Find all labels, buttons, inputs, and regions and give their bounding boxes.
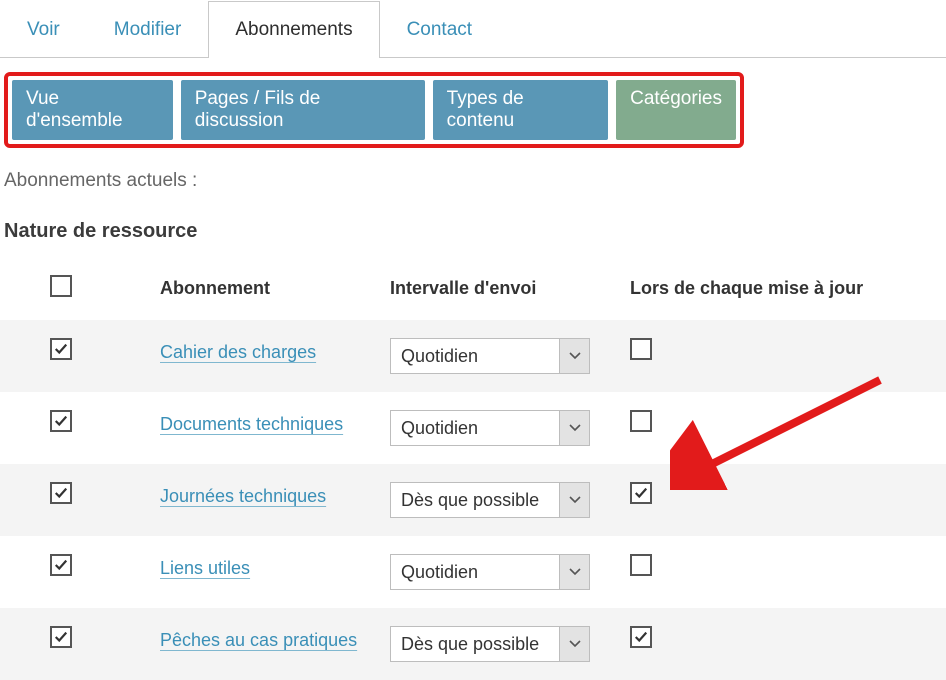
on-update-checkbox[interactable]	[630, 482, 652, 504]
chevron-down-icon	[559, 627, 589, 661]
subscription-link[interactable]: Liens utiles	[160, 554, 250, 583]
section-title: Nature de ressource	[4, 220, 946, 243]
chevron-down-icon	[559, 483, 589, 517]
on-update-checkbox[interactable]	[630, 626, 652, 648]
interval-select-value: Quotidien	[391, 411, 559, 445]
tab-edit[interactable]: Modifier	[87, 1, 209, 58]
table-row: Journées techniques Dès que possible	[0, 464, 946, 536]
interval-select[interactable]: Quotidien	[390, 554, 590, 590]
subnav-content-types[interactable]: Types de contenu	[433, 80, 608, 140]
interval-select[interactable]: Dès que possible	[390, 626, 590, 662]
subnav-categories[interactable]: Catégories	[616, 80, 736, 140]
row-select-checkbox[interactable]	[50, 482, 72, 504]
row-select-checkbox[interactable]	[50, 626, 72, 648]
subscription-link[interactable]: Cahier des charges	[160, 338, 316, 367]
interval-select[interactable]: Quotidien	[390, 410, 590, 446]
on-update-checkbox[interactable]	[630, 338, 652, 360]
current-subscriptions-label: Abonnements actuels :	[4, 170, 946, 192]
interval-select[interactable]: Dès que possible	[390, 482, 590, 518]
table-row: Cahier des charges Quotidien	[0, 320, 946, 392]
select-all-checkbox[interactable]	[50, 275, 72, 297]
interval-select[interactable]: Quotidien	[390, 338, 590, 374]
col-header-subscription: Abonnement	[150, 257, 380, 320]
table-row: Pêches au cas pratiques Dès que possible	[0, 608, 946, 680]
row-select-checkbox[interactable]	[50, 410, 72, 432]
subscription-link[interactable]: Journées techniques	[160, 482, 326, 511]
subnav-overview[interactable]: Vue d'ensemble	[12, 80, 173, 140]
on-update-checkbox[interactable]	[630, 554, 652, 576]
col-header-on-update: Lors de chaque mise à jour	[620, 257, 946, 320]
col-header-interval: Intervalle d'envoi	[380, 257, 620, 320]
chevron-down-icon	[559, 339, 589, 373]
table-row: Documents techniques Quotidien	[0, 392, 946, 464]
interval-select-value: Dès que possible	[391, 627, 559, 661]
table-row: Liens utiles Quotidien	[0, 536, 946, 608]
interval-select-value: Quotidien	[391, 555, 559, 589]
on-update-checkbox[interactable]	[630, 410, 652, 432]
tab-view[interactable]: Voir	[0, 1, 87, 58]
tab-contact[interactable]: Contact	[380, 1, 499, 58]
tab-subscriptions[interactable]: Abonnements	[208, 1, 379, 58]
row-select-checkbox[interactable]	[50, 338, 72, 360]
interval-select-value: Quotidien	[391, 339, 559, 373]
subscription-link[interactable]: Pêches au cas pratiques	[160, 626, 357, 655]
subscription-link[interactable]: Documents techniques	[160, 410, 343, 439]
primary-tabs: Voir Modifier Abonnements Contact	[0, 0, 946, 58]
subnav-highlight-box: Vue d'ensemble Pages / Fils de discussio…	[4, 72, 744, 148]
chevron-down-icon	[559, 411, 589, 445]
subnav-pages[interactable]: Pages / Fils de discussion	[181, 80, 425, 140]
chevron-down-icon	[559, 555, 589, 589]
interval-select-value: Dès que possible	[391, 483, 559, 517]
row-select-checkbox[interactable]	[50, 554, 72, 576]
subscriptions-table: Abonnement Intervalle d'envoi Lors de ch…	[0, 257, 946, 680]
